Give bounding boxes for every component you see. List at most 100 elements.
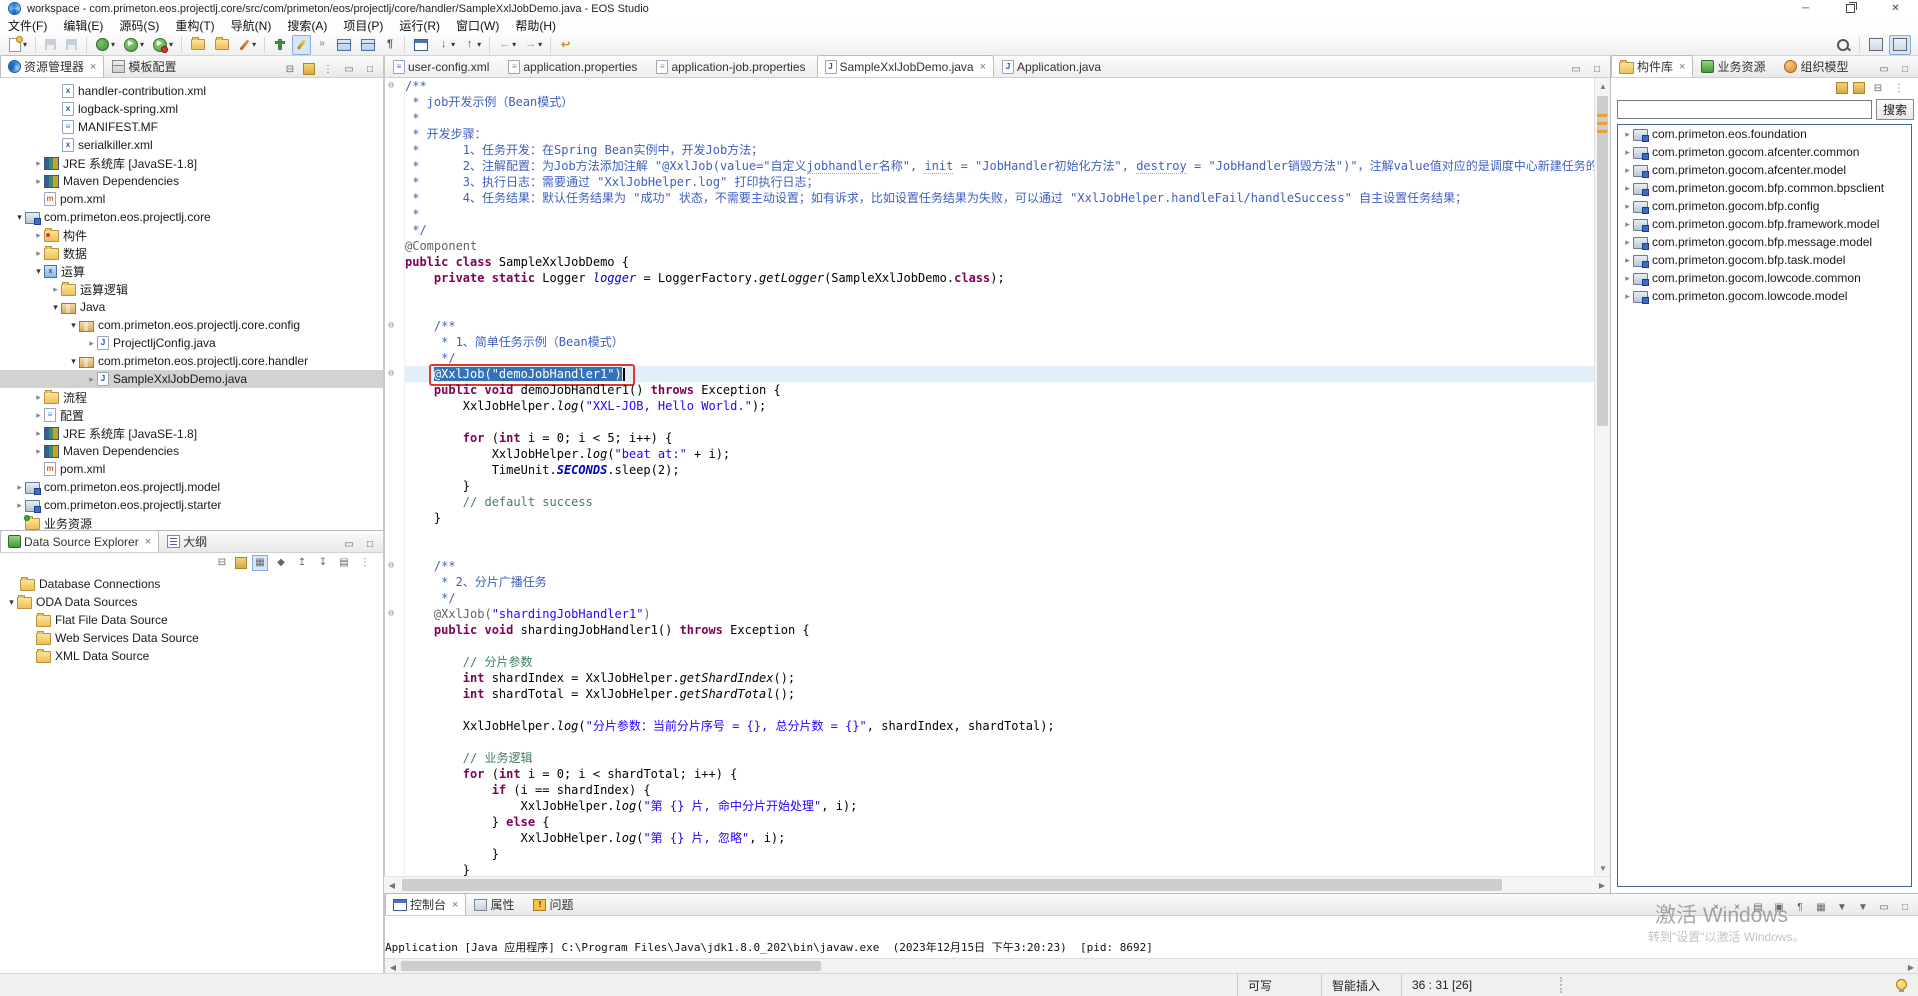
console-view-icon[interactable] bbox=[410, 35, 432, 55]
close-tab-icon[interactable]: × bbox=[452, 899, 458, 911]
code-editor[interactable]: ⊖⊖⊖⊖⊖ /** * job开发示例（Bean模式） * * 开发步骤： * … bbox=[384, 78, 1610, 876]
tab-org-model[interactable]: 组织模型 bbox=[1776, 55, 1859, 77]
minimize-view-icon[interactable]: ▭ bbox=[1876, 61, 1892, 77]
show-whitespace-icon[interactable]: ¶ bbox=[381, 35, 399, 55]
code-line[interactable]: int shardTotal = XxlJobHelper.getShardTo… bbox=[405, 686, 1594, 702]
restore-window-button[interactable] bbox=[1828, 0, 1873, 17]
search-icon[interactable] bbox=[1832, 35, 1854, 55]
save-all-icon[interactable] bbox=[62, 35, 81, 55]
query-table-icon[interactable] bbox=[357, 35, 379, 55]
library-search-button[interactable]: 搜索 bbox=[1876, 99, 1914, 120]
collapse-all-icon[interactable]: ⊟ bbox=[1870, 80, 1886, 96]
tree-item[interactable]: ▸com.primeton.gocom.bfp.framework.model bbox=[1618, 215, 1911, 233]
console-horizontal-scrollbar[interactable]: ◀ ▶ bbox=[385, 958, 1918, 973]
tree-expand-arrow-icon[interactable]: ▾ bbox=[50, 302, 61, 313]
last-edit-location-icon[interactable]: ↩ bbox=[556, 35, 575, 55]
tree-item[interactable]: ▾Java bbox=[0, 298, 383, 316]
fold-toggle-icon[interactable]: ⊖ bbox=[388, 366, 394, 382]
tree-item[interactable]: ≡MANIFEST.MF bbox=[0, 118, 383, 136]
dropdown-arrow-icon[interactable]: ▾ bbox=[512, 40, 516, 49]
code-line[interactable]: @Component bbox=[405, 238, 1594, 254]
run-icon[interactable]: ▾ bbox=[120, 35, 147, 55]
fold-toggle-icon[interactable]: ⊖ bbox=[388, 78, 394, 94]
tree-item[interactable]: XML Data Source bbox=[0, 647, 383, 665]
tree-expand-arrow-icon[interactable]: ▸ bbox=[1622, 219, 1633, 230]
remove-launch-icon[interactable]: × bbox=[1708, 899, 1724, 915]
tree-expand-arrow-icon[interactable]: ▸ bbox=[86, 374, 97, 385]
tree-item[interactable]: ▸JSampleXxlJobDemo.java bbox=[0, 370, 383, 388]
tree-item[interactable]: ▾ODA Data Sources bbox=[0, 593, 383, 611]
tree-expand-arrow-icon[interactable]: ▸ bbox=[14, 482, 25, 493]
menu-item[interactable]: 文件(F) bbox=[0, 17, 55, 34]
tab-application-properties[interactable]: ≡application.properties bbox=[500, 55, 648, 77]
minimize-view-icon[interactable]: ▭ bbox=[1568, 61, 1584, 77]
tree-item[interactable]: ▸com.primeton.gocom.bfp.common.bpsclient bbox=[1618, 179, 1911, 197]
code-line[interactable]: XxlJobHelper.log("第 {} 片, 忽略", i); bbox=[405, 830, 1594, 846]
tree-expand-arrow-icon[interactable]: ▾ bbox=[68, 320, 79, 331]
tab-business-resources[interactable]: 业务资源 bbox=[1693, 55, 1776, 77]
menu-item[interactable]: 运行(R) bbox=[391, 17, 448, 34]
warning-marker[interactable] bbox=[1597, 130, 1607, 133]
open-console-icon[interactable]: ▼ bbox=[1855, 899, 1871, 915]
scrollbar-thumb[interactable] bbox=[401, 961, 821, 971]
tree-expand-arrow-icon[interactable]: ▸ bbox=[33, 248, 44, 259]
annotate-icon[interactable]: ▾ bbox=[235, 35, 259, 55]
scroll-down-arrow[interactable]: ▼ bbox=[1595, 860, 1611, 876]
tree-item[interactable]: mpom.xml bbox=[0, 460, 383, 478]
dropdown-arrow-icon[interactable]: ▾ bbox=[23, 40, 27, 49]
code-line[interactable]: } else { bbox=[405, 814, 1594, 830]
tree-expand-arrow-icon[interactable]: ▸ bbox=[1622, 237, 1633, 248]
close-tab-icon[interactable]: × bbox=[1679, 61, 1685, 73]
tree-item[interactable]: ▸com.primeton.gocom.lowcode.common bbox=[1618, 269, 1911, 287]
tree-expand-arrow-icon[interactable]: ▸ bbox=[33, 392, 44, 403]
code-line[interactable]: XxlJobHelper.log("beat at:" + i); bbox=[405, 446, 1594, 462]
scroll-left-arrow[interactable]: ◀ bbox=[384, 877, 400, 893]
close-window-button[interactable]: ✕ bbox=[1873, 0, 1918, 17]
menu-item[interactable]: 导航(N) bbox=[223, 17, 280, 34]
save-icon[interactable] bbox=[41, 35, 60, 55]
tree-item[interactable]: ▸com.primeton.eos.projectlj.model bbox=[0, 478, 383, 496]
maximize-view-icon[interactable]: □ bbox=[1589, 61, 1605, 77]
tree-item[interactable]: ▸JRE 系统库 [JavaSE-1.8] bbox=[0, 424, 383, 442]
open-perspective-icon[interactable] bbox=[1865, 35, 1887, 55]
import-profile-icon[interactable]: ↥ bbox=[294, 555, 310, 571]
code-line[interactable]: int shardIndex = XxlJobHelper.getShardIn… bbox=[405, 670, 1594, 686]
tree-item[interactable]: ▸com.primeton.gocom.lowcode.model bbox=[1618, 287, 1911, 305]
code-line[interactable] bbox=[405, 542, 1594, 558]
tree-expand-arrow-icon[interactable]: ▸ bbox=[14, 500, 25, 511]
code-line[interactable]: * 3、执行日志：需要通过 "XxlJobHelper.log" 打印执行日志； bbox=[405, 174, 1594, 190]
tree-expand-arrow-icon[interactable]: ▸ bbox=[33, 410, 44, 421]
tree-expand-arrow-icon[interactable]: ▸ bbox=[1622, 183, 1633, 194]
tip-lightbulb-icon[interactable] bbox=[1896, 979, 1907, 990]
tab-data-source-explorer[interactable]: Data Source Explorer× bbox=[0, 530, 159, 552]
code-line[interactable]: public void shardingJobHandler1() throws… bbox=[405, 622, 1594, 638]
tree-expand-arrow-icon[interactable]: ▸ bbox=[50, 284, 61, 295]
menu-item[interactable]: 项目(P) bbox=[335, 17, 391, 34]
tree-expand-arrow-icon[interactable]: ▸ bbox=[86, 338, 97, 349]
link-with-editor-icon[interactable] bbox=[303, 63, 315, 75]
tree-expand-arrow-icon[interactable]: ▸ bbox=[1622, 273, 1633, 284]
code-line[interactable]: XxlJobHelper.log("分片参数：当前分片序号 = {}, 总分片数… bbox=[405, 718, 1594, 734]
code-line[interactable]: XxlJobHelper.log("第 {} 片, 命中分片开始处理", i); bbox=[405, 798, 1594, 814]
close-tab-icon[interactable]: × bbox=[145, 536, 151, 548]
tree-item[interactable]: Web Services Data Source bbox=[0, 629, 383, 647]
package-view-icon[interactable] bbox=[1836, 82, 1848, 94]
view-menu-icon[interactable]: ⋮ bbox=[357, 555, 373, 571]
tree-item[interactable]: ▸com.primeton.gocom.bfp.config bbox=[1618, 197, 1911, 215]
open-eos-resource-icon[interactable] bbox=[187, 35, 209, 55]
tree-expand-arrow-icon[interactable]: ▸ bbox=[1622, 201, 1633, 212]
library-search-input[interactable] bbox=[1617, 100, 1872, 119]
tree-item[interactable]: ▾x运算 bbox=[0, 262, 383, 280]
code-line[interactable]: * 2、注解配置：为Job方法添加注解 "@XxlJob(value="自定义j… bbox=[405, 158, 1594, 174]
maximize-view-icon[interactable]: □ bbox=[1897, 899, 1913, 915]
code-line[interactable]: * job开发示例（Bean模式） bbox=[405, 94, 1594, 110]
code-line[interactable]: */ bbox=[405, 590, 1594, 606]
skip-breakpoints-icon[interactable]: » bbox=[313, 35, 331, 55]
minimize-view-icon[interactable]: ▭ bbox=[1876, 899, 1892, 915]
terminate-icon[interactable] bbox=[1687, 899, 1703, 915]
code-line[interactable] bbox=[405, 702, 1594, 718]
scroll-right-arrow[interactable]: ▶ bbox=[1594, 877, 1610, 893]
tree-expand-arrow-icon[interactable]: ▸ bbox=[1622, 165, 1633, 176]
tree-item[interactable]: ▸com.primeton.gocom.afcenter.common bbox=[1618, 143, 1911, 161]
code-area[interactable]: /** * job开发示例（Bean模式） * * 开发步骤： * 1、任务开发… bbox=[405, 78, 1594, 876]
